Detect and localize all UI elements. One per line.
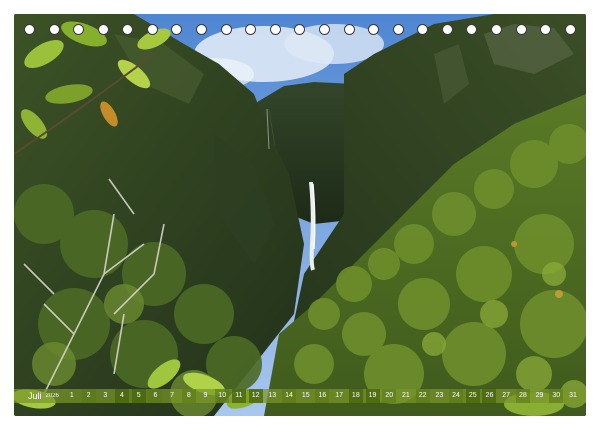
spiral-binding xyxy=(14,24,586,40)
calendar-day: 11 xyxy=(231,389,246,403)
month-calendar-strip: Juli 2026 1 2 3 4 5 6 7 8 9 10 11 12 13 14 15 16 17 18 19 2… xyxy=(14,389,586,403)
calendar-day: 21 xyxy=(402,392,410,399)
binding-ring xyxy=(368,24,380,35)
binding-ring xyxy=(441,24,453,35)
calendar-day: 29 xyxy=(535,392,544,399)
calendar-day: 8 xyxy=(181,389,196,403)
calendar-day: 24 xyxy=(449,389,464,403)
calendar-day: 28 xyxy=(515,389,530,403)
calendar-day: 2 xyxy=(81,389,96,403)
binding-ring xyxy=(196,24,208,35)
calendar-day: 22 xyxy=(415,389,430,403)
calendar-day: 20 xyxy=(382,389,397,403)
day-list: 1 2 3 4 5 6 7 8 9 10 11 12 13 14 15 16 17 18 19 20 21 22 23 24 2… xyxy=(65,389,580,403)
calendar-day: 30 xyxy=(549,389,564,403)
binding-ring xyxy=(269,24,281,35)
calendar-day: 17 xyxy=(335,392,344,399)
calendar-day: 18 xyxy=(348,389,363,403)
binding-ring xyxy=(122,24,134,35)
calendar-day: 26 xyxy=(482,389,497,403)
calendar-day: 15 xyxy=(301,392,310,399)
binding-ring xyxy=(515,24,527,35)
calendar-day: 27 xyxy=(502,392,511,399)
binding-ring xyxy=(540,24,552,35)
calendar-day: 13 xyxy=(268,392,277,399)
calendar-day: 19 xyxy=(365,389,380,403)
binding-ring xyxy=(97,24,109,35)
binding-ring xyxy=(392,24,404,35)
calendar-day: 25 xyxy=(465,389,480,403)
binding-ring xyxy=(343,24,355,35)
landscape-photo xyxy=(14,14,586,416)
month-label: Juli xyxy=(28,391,42,401)
mountain-waterfall-illustration xyxy=(14,14,586,416)
binding-ring xyxy=(417,24,429,35)
binding-ring xyxy=(490,24,502,35)
calendar-page: Juli 2026 1 2 3 4 5 6 7 8 9 10 11 12 13 14 15 16 17 18 19 2… xyxy=(0,0,600,431)
calendar-day: 3 xyxy=(103,392,108,399)
binding-ring xyxy=(171,24,183,35)
year-label: 2026 xyxy=(45,393,59,399)
binding-ring xyxy=(294,24,306,35)
binding-ring xyxy=(73,24,85,35)
calendar-day: 6 xyxy=(148,389,163,403)
calendar-day: 16 xyxy=(315,389,330,403)
binding-ring xyxy=(318,24,330,35)
binding-ring xyxy=(466,24,478,35)
calendar-day: 23 xyxy=(435,392,444,399)
calendar-day: 14 xyxy=(282,389,297,403)
binding-ring xyxy=(48,24,60,35)
calendar-day: 4 xyxy=(114,389,129,403)
calendar-day: 7 xyxy=(170,392,175,399)
calendar-day: 5 xyxy=(131,389,146,403)
calendar-day: 9 xyxy=(203,392,208,399)
binding-ring xyxy=(146,24,158,35)
binding-ring xyxy=(24,24,35,35)
calendar-day: 31 xyxy=(569,392,577,399)
binding-ring xyxy=(245,24,257,35)
calendar-day: 12 xyxy=(248,389,263,403)
calendar-day: 10 xyxy=(215,389,230,403)
binding-ring xyxy=(220,24,232,35)
calendar-day: 1 xyxy=(69,392,74,399)
binding-ring xyxy=(564,24,576,35)
